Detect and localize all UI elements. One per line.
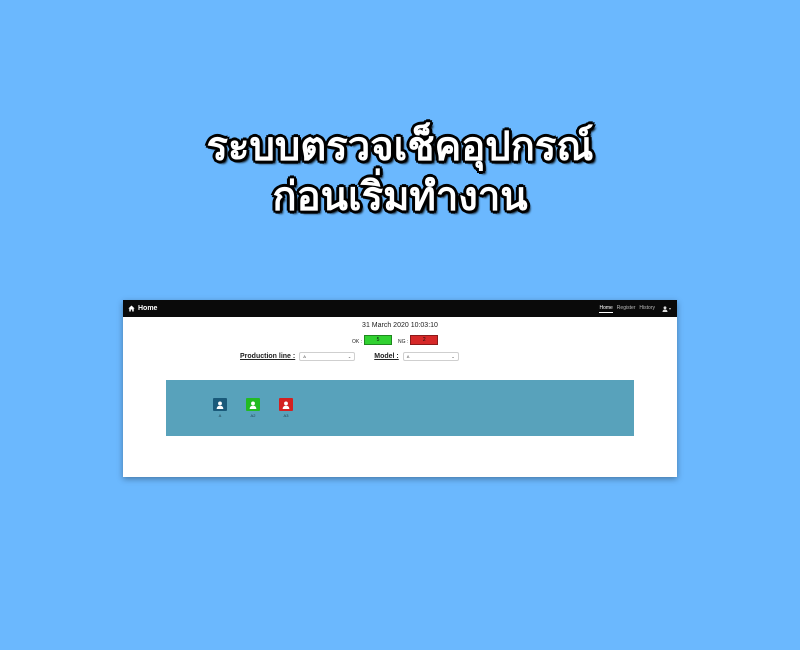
nav-links: Home Register History ▾ xyxy=(599,305,671,313)
station-label: A2 xyxy=(250,413,256,418)
station-a2[interactable]: A2 xyxy=(246,398,260,418)
user-icon xyxy=(216,400,224,409)
navbar: Home Home Register History ▾ xyxy=(123,300,677,317)
station-a[interactable]: A xyxy=(213,398,227,418)
ng-label: NG : xyxy=(398,338,409,345)
app-window: Home Home Register History ▾ 31 March 20… xyxy=(123,300,677,477)
station-icon-box xyxy=(213,398,227,411)
station-a3[interactable]: A3 xyxy=(279,398,293,418)
model-label: Model : xyxy=(374,353,399,360)
home-icon xyxy=(128,305,135,312)
user-icon xyxy=(662,305,668,312)
station-label: A xyxy=(218,413,222,418)
production-line-value: A xyxy=(303,354,306,359)
chevron-down-icon: ⌄ xyxy=(451,354,455,359)
ng-count-badge: 2 xyxy=(410,335,439,345)
status-row: OK : 5 NG : 2 xyxy=(352,335,439,345)
headline-line-2: ก่อนเริ่มทำงาน xyxy=(272,174,528,220)
current-datetime: 31 March 2020 10:03:10 xyxy=(362,322,438,329)
station-icon-box xyxy=(246,398,260,411)
headline: ระบบตรวจเช็คอุปกรณ์ ก่อนเริ่มทำงาน xyxy=(0,122,800,222)
headline-line-1: ระบบตรวจเช็คอุปกรณ์ xyxy=(206,124,594,170)
station-icon-box xyxy=(279,398,293,411)
model-value: A xyxy=(406,354,410,359)
nav-link-home[interactable]: Home xyxy=(599,305,613,313)
nav-link-history[interactable]: History xyxy=(639,305,655,312)
brand-home-link[interactable]: Home xyxy=(128,305,157,312)
user-menu-toggle[interactable]: ▾ xyxy=(662,305,671,312)
chevron-down-icon: ⌄ xyxy=(347,354,352,359)
caret-down-icon: ▾ xyxy=(668,306,671,311)
ok-count-badge: 5 xyxy=(364,335,393,345)
brand-label: Home xyxy=(138,305,158,312)
nav-link-register[interactable]: Register xyxy=(617,305,636,312)
filter-row: Production line : A ⌄ Model : A ⌄ xyxy=(240,352,459,361)
production-line-select[interactable]: A ⌄ xyxy=(299,352,356,361)
user-icon xyxy=(282,400,290,409)
station-label: A3 xyxy=(283,413,289,418)
station-panel: A A2 A3 xyxy=(166,380,634,436)
production-line-label: Production line : xyxy=(240,353,296,360)
model-select[interactable]: A ⌄ xyxy=(402,352,459,361)
ok-label: OK : xyxy=(352,338,363,345)
user-icon xyxy=(249,400,257,409)
